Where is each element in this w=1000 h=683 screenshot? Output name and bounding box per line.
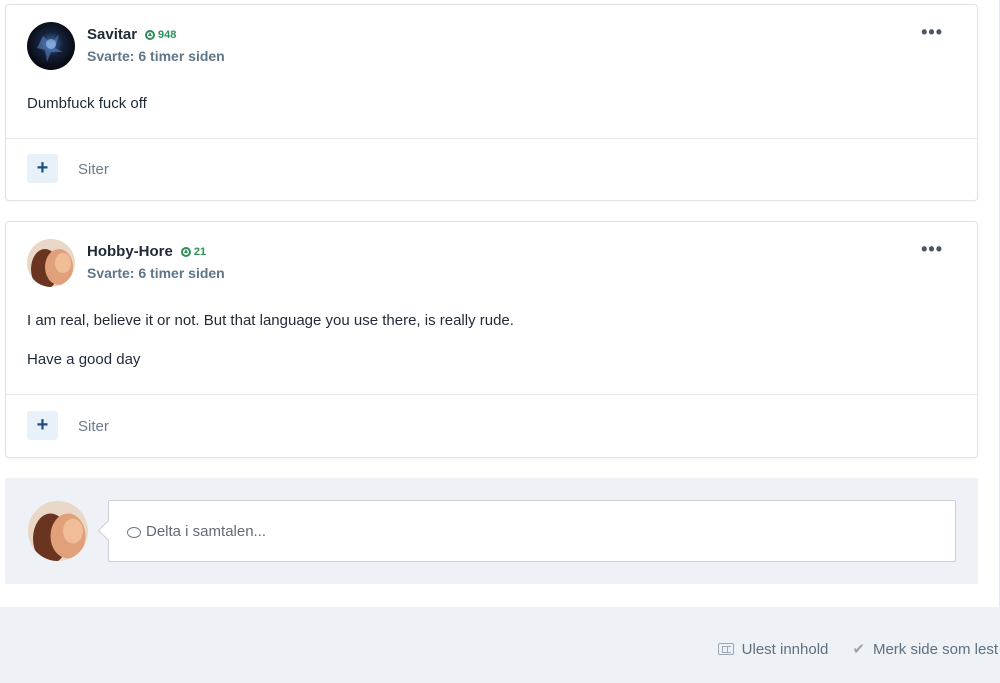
reputation-count: 21 [193, 245, 207, 258]
topic-page: Savitar 948 Svarte: 6 timer siden ••• Du… [0, 0, 1000, 607]
post-meta: Svarte: 6 timer siden [87, 265, 225, 281]
post-paragraph: Have a good day [27, 351, 141, 368]
current-user-avatar[interactable] [28, 501, 88, 561]
post-author: Hobby-Hore 21 [87, 243, 206, 260]
quote-button[interactable]: + [27, 411, 58, 440]
post-author: Savitar 948 [87, 26, 176, 43]
reputation-up-icon [180, 246, 191, 257]
mark-read-label: Merk side som lest [872, 640, 998, 658]
reputation-count: 948 [158, 28, 177, 41]
post-options-button[interactable]: ••• [921, 23, 943, 41]
author-name[interactable]: Savitar [87, 26, 137, 43]
reputation-badge[interactable]: 21 [180, 245, 207, 258]
unread-content-link[interactable]: Ulest innhold [717, 640, 829, 658]
unread-content-label: Ulest innhold [741, 640, 829, 658]
quote-label[interactable]: Siter [78, 418, 109, 435]
reply-input[interactable]: Delta i samtalen... [108, 500, 956, 562]
post-paragraph: I am real, believe it or not. But that l… [27, 312, 514, 329]
reputation-up-icon [145, 29, 156, 40]
check-icon: ✔ [852, 641, 865, 658]
quote-label[interactable]: Siter [78, 161, 109, 178]
post-meta: Svarte: 6 timer siden [87, 48, 225, 64]
author-name[interactable]: Hobby-Hore [87, 243, 173, 260]
footer-links: Ulest innhold ✔ Merk side som lest [717, 640, 998, 659]
comment-bubble-icon [127, 526, 141, 538]
post-options-button[interactable]: ••• [921, 240, 943, 258]
mark-read-link[interactable]: ✔ Merk side som lest [852, 640, 998, 659]
post-content: Dumbfuck fuck off [27, 95, 147, 112]
reply-area: Delta i samtalen... [5, 478, 978, 584]
newspaper-icon [717, 643, 734, 655]
forum-post: Hobby-Hore 21 Svarte: 6 timer siden ••• … [5, 221, 978, 458]
forum-post: Savitar 948 Svarte: 6 timer siden ••• Du… [5, 4, 978, 201]
quote-button[interactable]: + [27, 154, 58, 183]
avatar[interactable] [27, 239, 75, 287]
post-divider [6, 394, 977, 395]
reputation-badge[interactable]: 948 [145, 29, 176, 41]
post-divider [6, 138, 977, 139]
reply-placeholder: Delta i samtalen... [146, 522, 267, 540]
avatar[interactable] [27, 22, 75, 70]
